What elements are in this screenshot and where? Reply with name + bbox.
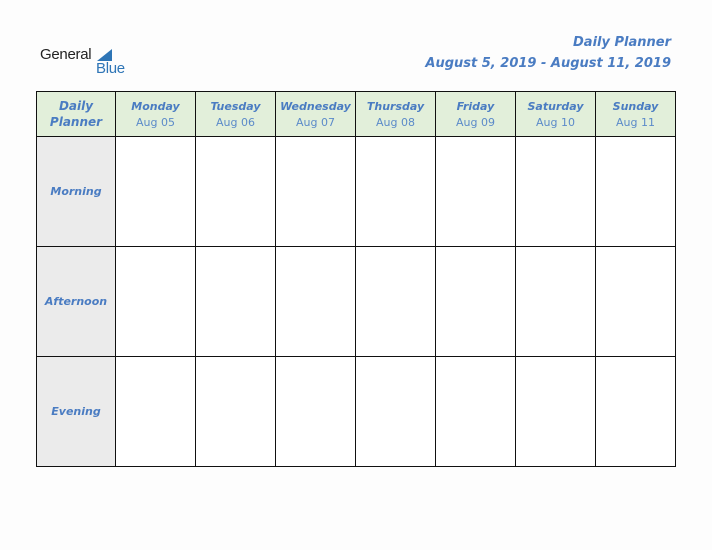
- row-label: Evening: [36, 356, 116, 467]
- planner-cell[interactable]: [435, 246, 516, 357]
- day-header-wednesday: Wednesday Aug 07: [275, 91, 356, 137]
- logo-word-general: General: [40, 46, 92, 63]
- corner-header: Daily Planner: [36, 91, 116, 137]
- day-header-thursday: Thursday Aug 08: [355, 91, 436, 137]
- date-range: August 5, 2019 - August 11, 2019: [425, 56, 671, 71]
- header-row: Daily Planner Monday Aug 05 Tuesday Aug 06…: [36, 91, 676, 137]
- planner-table: Daily Planner Monday Aug 05 Tuesday Aug 06…: [36, 91, 676, 467]
- planner-cell[interactable]: [355, 136, 436, 247]
- day-name: Friday: [456, 99, 495, 113]
- day-name: Wednesday: [280, 99, 351, 113]
- day-header-monday: Monday Aug 05: [115, 91, 196, 137]
- planner-cell[interactable]: [355, 356, 436, 467]
- planner-cell[interactable]: [275, 246, 356, 357]
- day-name: Sunday: [612, 99, 659, 113]
- day-header-saturday: Saturday Aug 10: [515, 91, 596, 137]
- planner-cell[interactable]: [275, 136, 356, 247]
- planner-cell[interactable]: [595, 136, 676, 247]
- planner-cell[interactable]: [355, 246, 436, 357]
- day-name: Monday: [131, 99, 180, 113]
- planner-cell[interactable]: [195, 136, 276, 247]
- day-date: Aug 11: [616, 115, 655, 129]
- day-date: Aug 06: [216, 115, 255, 129]
- day-header-sunday: Sunday Aug 11: [595, 91, 676, 137]
- day-date: Aug 09: [456, 115, 495, 129]
- general-blue-logo: General Blue: [40, 46, 125, 80]
- planner-cell[interactable]: [435, 356, 516, 467]
- corner-label-line1: Daily: [58, 99, 94, 113]
- planner-cell[interactable]: [515, 246, 596, 357]
- day-date: Aug 08: [376, 115, 415, 129]
- planner-cell[interactable]: [595, 356, 676, 467]
- planner-title-block: Daily Planner August 5, 2019 - August 11…: [425, 34, 671, 76]
- planner-cell[interactable]: [595, 246, 676, 357]
- row-label: Morning: [36, 136, 116, 247]
- day-name: Tuesday: [210, 99, 261, 113]
- row-label: Afternoon: [36, 246, 116, 357]
- day-name: Thursday: [366, 99, 425, 113]
- planner-cell[interactable]: [435, 136, 516, 247]
- planner-cell[interactable]: [515, 356, 596, 467]
- row-evening: Evening: [36, 356, 676, 467]
- day-name: Saturday: [527, 99, 584, 113]
- planner-cell[interactable]: [515, 136, 596, 247]
- day-header-friday: Friday Aug 09: [435, 91, 516, 137]
- planner-cell[interactable]: [115, 356, 196, 467]
- page-title: Daily Planner: [573, 35, 671, 50]
- row-afternoon: Afternoon: [36, 246, 676, 357]
- day-date: Aug 10: [536, 115, 575, 129]
- planner-cell[interactable]: [115, 136, 196, 247]
- day-header-tuesday: Tuesday Aug 06: [195, 91, 276, 137]
- planner-cell[interactable]: [195, 246, 276, 357]
- day-date: Aug 07: [296, 115, 335, 129]
- planner-cell[interactable]: [275, 356, 356, 467]
- row-morning: Morning: [36, 136, 676, 247]
- planner-cell[interactable]: [115, 246, 196, 357]
- day-date: Aug 05: [136, 115, 175, 129]
- corner-label-line2: Planner: [49, 115, 103, 129]
- planner-cell[interactable]: [195, 356, 276, 467]
- logo-word-blue: Blue: [96, 60, 125, 77]
